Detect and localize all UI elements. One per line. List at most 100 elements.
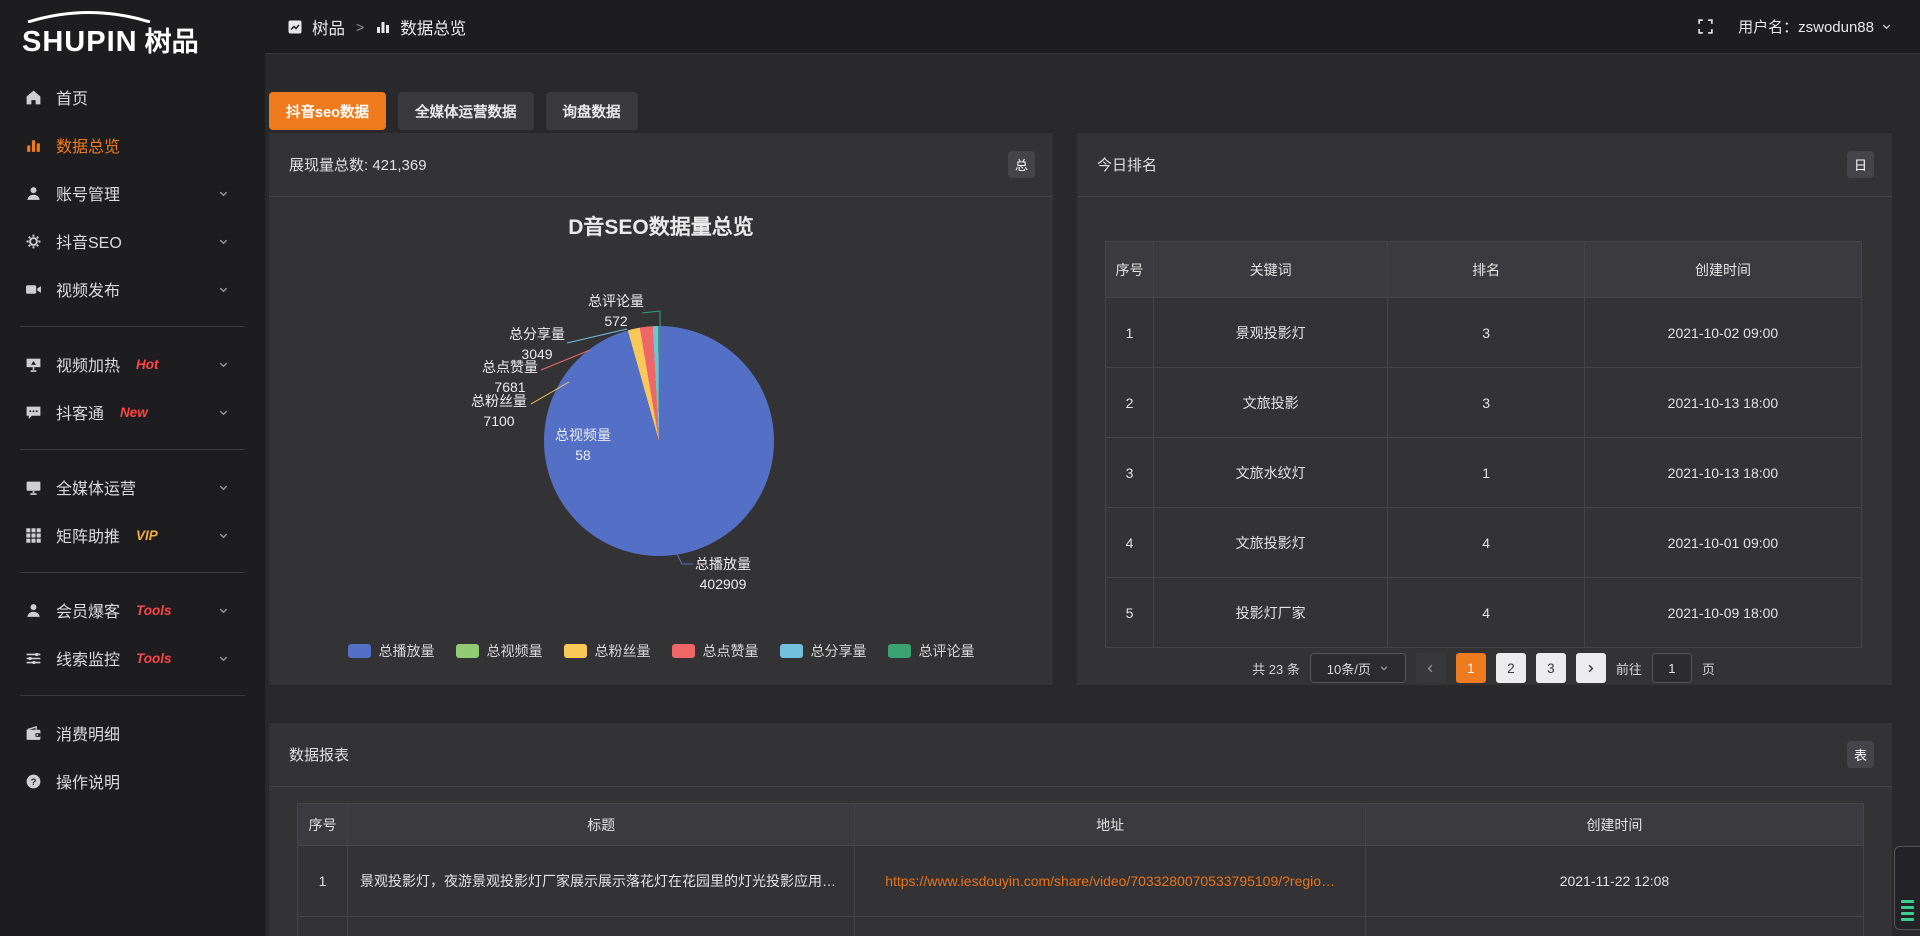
- table-header-row: 序号 标题 地址 创建时间: [298, 804, 1864, 846]
- sidebar-divider: [20, 449, 245, 450]
- sliders-icon: [25, 649, 43, 667]
- page-button-2[interactable]: 2: [1496, 653, 1526, 683]
- sidebar-item-label: 视频发布: [56, 277, 120, 301]
- legend-item[interactable]: 总分享量: [780, 641, 867, 661]
- legend-item[interactable]: 总粉丝量: [564, 641, 651, 661]
- goto-page-input[interactable]: [1652, 653, 1692, 683]
- next-page-button[interactable]: [1576, 653, 1606, 683]
- sidebar-item-douketong[interactable]: 抖客通 New: [0, 388, 265, 436]
- member-icon: [25, 601, 43, 619]
- sidebar-menu: 首页 数据总览 账号管理 抖音SEO 视频发布: [0, 73, 265, 805]
- col-created: 创建时间: [1365, 804, 1863, 846]
- breadcrumb-item-root[interactable]: 树品: [312, 15, 345, 39]
- fullscreen-icon[interactable]: [1697, 18, 1714, 35]
- chevron-down-icon: [218, 653, 229, 664]
- page-button-1[interactable]: 1: [1456, 653, 1486, 683]
- chevron-down-icon: [218, 530, 229, 541]
- sidebar-item-label: 全媒体运营: [56, 475, 136, 499]
- sidebar-item-member-baoke[interactable]: 会员爆客 Tools: [0, 586, 265, 634]
- ranking-panel: 今日排名 日 序号 关键词 排名 创建时间: [1077, 133, 1892, 685]
- sidebar-item-label: 矩阵助推: [56, 523, 120, 547]
- table-toggle-badge[interactable]: 表: [1847, 741, 1874, 768]
- table-row: 3文旅水纹灯12021-10-13 18:00: [1106, 438, 1862, 508]
- total-toggle-badge[interactable]: 总: [1008, 151, 1035, 178]
- legend-item[interactable]: 总播放量: [348, 641, 435, 661]
- chevron-down-icon: [218, 482, 229, 493]
- table-row: 5投影灯厂家42021-10-09 18:00: [1106, 578, 1862, 648]
- tab-bar: 抖音seo数据 全媒体运营数据 询盘数据: [269, 92, 1892, 130]
- user-menu[interactable]: 用户名：zswodun88: [1738, 16, 1892, 37]
- monitor-icon: [25, 478, 43, 496]
- col-url: 地址: [855, 804, 1366, 846]
- report-icon: [287, 19, 303, 35]
- day-toggle-badge[interactable]: 日: [1847, 151, 1874, 178]
- report-table: 序号 标题 地址 创建时间 1 景观投影灯，夜游景观投影灯厂家展示展示落花灯在花…: [297, 803, 1864, 936]
- pagination-total: 共 23 条: [1252, 659, 1300, 678]
- floating-widget[interactable]: [1894, 846, 1920, 930]
- sidebar-item-data-overview[interactable]: 数据总览: [0, 121, 265, 169]
- sidebar-item-matrix-boost[interactable]: 矩阵助推 VIP: [0, 511, 265, 559]
- table-row: 1景观投影灯32021-10-02 09:00: [1106, 298, 1862, 368]
- breadcrumb-item-current[interactable]: 数据总览: [400, 15, 466, 39]
- sidebar-item-instructions[interactable]: ? 操作说明: [0, 757, 265, 805]
- sidebar-item-media-operation[interactable]: 全媒体运营: [0, 463, 265, 511]
- screen-heat-icon: [25, 355, 43, 373]
- topbar: 树品 > 数据总览 用户名：zswodun88: [265, 0, 1920, 54]
- username-label: 用户名：zswodun88: [1738, 16, 1874, 37]
- tools-badge: Tools: [136, 651, 172, 666]
- sidebar-item-label: 线索监控: [56, 646, 120, 670]
- report-title: 数据报表: [289, 744, 349, 765]
- col-index: 序号: [1106, 242, 1154, 298]
- sidebar-item-label: 操作说明: [56, 769, 120, 793]
- page-button-3[interactable]: 3: [1536, 653, 1566, 683]
- pagination: 共 23 条 10条/页 1 2 3 前往: [1105, 653, 1862, 683]
- sidebar-item-home[interactable]: 首页: [0, 73, 265, 121]
- pie-label-plays: 总播放量 402909: [668, 554, 778, 594]
- page-size-select[interactable]: 10条/页: [1310, 653, 1406, 683]
- legend-swatch: [888, 644, 911, 658]
- sidebar-item-lead-monitor[interactable]: 线索监控 Tools: [0, 634, 265, 682]
- impressions-total-label: 展现量总数: 421,369: [289, 154, 427, 175]
- pie-chart: D音SEO数据量总览 总评论量 572: [269, 198, 1053, 685]
- table-row: [298, 917, 1864, 936]
- gear-icon: [25, 232, 43, 250]
- sidebar-item-douyin-seo[interactable]: 抖音SEO: [0, 217, 265, 265]
- main-column: 树品 > 数据总览 用户名：zswodun88 抖音seo数据 全媒体运营数据 …: [265, 0, 1920, 936]
- sidebar-item-label: 抖客通: [56, 400, 104, 424]
- legend-item[interactable]: 总视频量: [456, 641, 543, 661]
- tab-media-operation[interactable]: 全媒体运营数据: [398, 92, 534, 130]
- sidebar-divider: [20, 572, 245, 573]
- brand-logo[interactable]: SHUPIN 树品: [0, 0, 265, 59]
- chevron-right-icon: [1585, 663, 1596, 674]
- report-table-wrap: 序号 标题 地址 创建时间 1 景观投影灯，夜游景观投影灯厂家展示展示落花灯在花…: [269, 787, 1892, 936]
- legend-swatch: [780, 644, 803, 658]
- chevron-down-icon: [218, 188, 229, 199]
- legend-item[interactable]: 总评论量: [888, 641, 975, 661]
- widget-stripe: [1901, 906, 1914, 909]
- tab-inquiry[interactable]: 询盘数据: [546, 92, 638, 130]
- legend-item[interactable]: 总点赞量: [672, 641, 759, 661]
- chevron-down-icon: [1881, 21, 1892, 32]
- wallet-icon: [25, 724, 43, 742]
- legend-swatch: [456, 644, 479, 658]
- video-link[interactable]: https://www.iesdouyin.com/share/video/70…: [885, 873, 1335, 889]
- prev-page-button[interactable]: [1416, 653, 1446, 683]
- sidebar-item-video-heat[interactable]: 视频加热 Hot: [0, 340, 265, 388]
- logo-text-en: SHUPIN: [22, 26, 138, 59]
- legend-swatch: [564, 644, 587, 658]
- chevron-down-icon: [218, 284, 229, 295]
- sidebar-item-label: 首页: [56, 85, 88, 109]
- chevron-down-icon: [218, 407, 229, 418]
- table-row: 1 景观投影灯，夜游景观投影灯厂家展示展示落花灯在花园里的灯光投影应用效果 # …: [298, 846, 1864, 917]
- sidebar-item-video-publish[interactable]: 视频发布: [0, 265, 265, 313]
- tab-douyin-seo[interactable]: 抖音seo数据: [269, 92, 386, 130]
- user-icon: [25, 184, 43, 202]
- sidebar-item-account[interactable]: 账号管理: [0, 169, 265, 217]
- sidebar-item-label: 抖音SEO: [56, 229, 122, 253]
- sidebar-divider: [20, 695, 245, 696]
- goto-label: 前往: [1616, 659, 1642, 678]
- breadcrumb-separator: >: [356, 19, 364, 35]
- widget-stripe: [1901, 918, 1914, 921]
- sidebar-item-consumption-detail[interactable]: 消费明细: [0, 709, 265, 757]
- chart-legend: 总播放量 总视频量 总粉丝量 总点赞量 总分享量 总评论量: [269, 641, 1053, 661]
